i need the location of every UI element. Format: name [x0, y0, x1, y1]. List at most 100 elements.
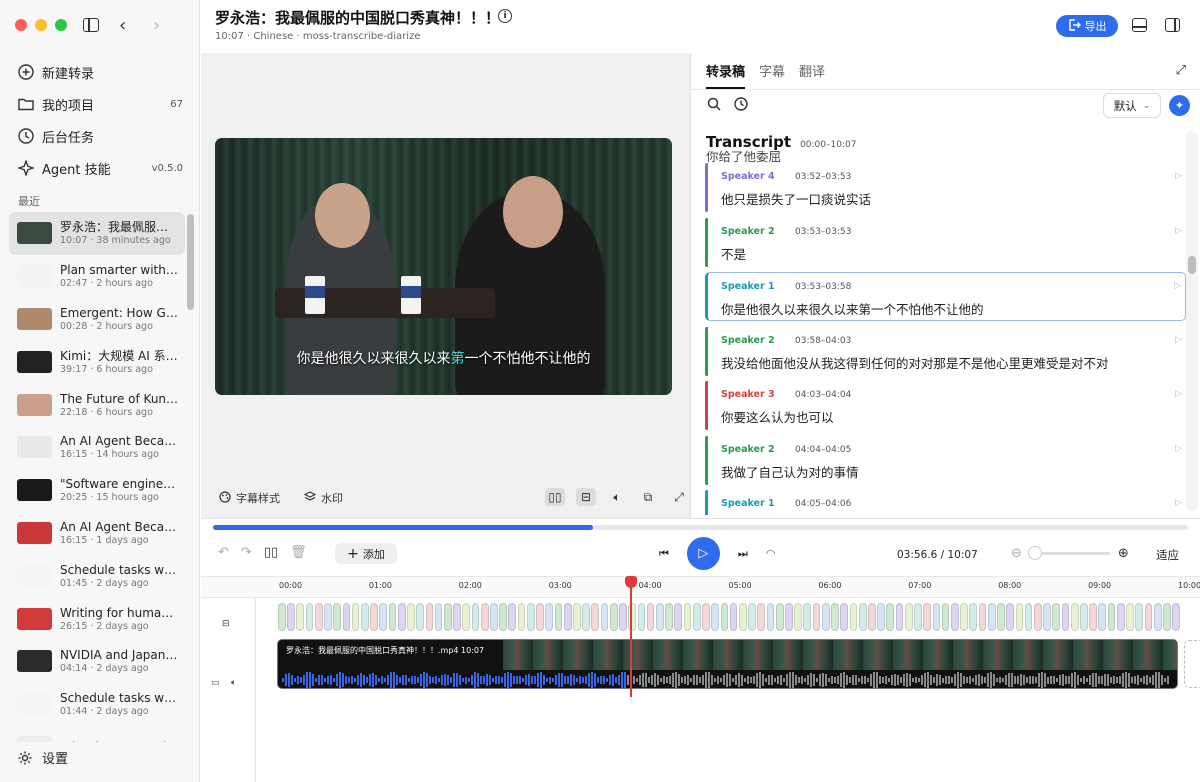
speaker-label[interactable]: Speaker 1 [721, 281, 775, 292]
recent-item[interactable]: Schedule tasks with Claude01:44 · 2 days… [9, 683, 185, 726]
recent-item[interactable]: The Future of Kung Fu AI22:18 · 6 hours … [9, 383, 185, 426]
audio-track-icon[interactable]: 🔈︎ [231, 678, 236, 688]
subtitle-block[interactable] [1144, 603, 1153, 631]
zoom-in-icon[interactable]: ⊕ [1118, 546, 1129, 561]
subtitle-block[interactable] [600, 603, 609, 631]
transcript-segment[interactable]: Speaker 3 04:03–04:04 你要这么认为也可以 ▷ [705, 381, 1186, 430]
speaker-label[interactable]: Speaker 2 [721, 444, 775, 455]
expand-icon[interactable]: ⤢ [1176, 63, 1186, 78]
subtitle-block[interactable] [407, 603, 415, 631]
subtitle-block[interactable] [443, 603, 452, 631]
video-track-icon[interactable]: ▭ [211, 678, 220, 688]
menu-item-my-projects[interactable]: 我的项目 67 [10, 88, 190, 120]
transcript-tab[interactable]: 字幕 [759, 61, 785, 89]
subtitle-block[interactable] [1033, 603, 1042, 631]
split-clip-icon[interactable]: ▯▯ [264, 545, 278, 560]
subtitle-block[interactable] [333, 603, 342, 631]
playback-speed-icon[interactable]: ◠ [766, 547, 776, 560]
subtitle-block[interactable] [545, 603, 554, 631]
video-player[interactable]: 你是他很久以来很久以来第一个不怕他不让他的 [215, 138, 672, 395]
subtitle-block[interactable] [692, 603, 701, 631]
subtitle-block[interactable] [1089, 603, 1097, 631]
subtitle-block[interactable] [1153, 603, 1162, 631]
subtitle-block[interactable] [738, 603, 747, 631]
transcript-segment[interactable]: Speaker 2 04:04–04:05 我做了自己认为对的事情 ▷ [705, 435, 1186, 485]
subtitle-block[interactable] [932, 603, 941, 631]
subtitle-block[interactable] [609, 603, 618, 631]
subtitle-block[interactable] [821, 603, 830, 631]
menu-item-new-transcription[interactable]: 新建转录 [10, 56, 190, 88]
subtitle-block[interactable] [434, 603, 443, 631]
subtitle-block[interactable] [950, 603, 959, 631]
subtitle-block[interactable] [471, 603, 480, 631]
subtitle-block[interactable] [997, 603, 1005, 631]
subtitle-block[interactable] [877, 603, 885, 631]
forward-arrow-icon[interactable]: › [153, 15, 160, 36]
transcript-tab[interactable]: 转录稿 [706, 61, 746, 89]
subtitle-block[interactable] [1172, 603, 1180, 631]
segment-text[interactable]: 你是他很久以来很久以来第一个不怕他不让他的 [721, 299, 984, 318]
subtitle-block[interactable] [886, 603, 895, 631]
subtitle-toggle-icon[interactable]: ⊟ [576, 488, 596, 506]
segment-text[interactable]: 我做了自己认为对的事情 [721, 462, 859, 481]
subtitle-block[interactable] [960, 603, 968, 631]
close-window-button[interactable] [15, 19, 27, 31]
segment-play-icon[interactable]: ▷ [1175, 444, 1182, 454]
subtitle-block[interactable] [490, 603, 498, 631]
play-button[interactable]: ▷ [686, 537, 720, 570]
recent-item[interactable]: "Software engineering is changing"20:25 … [9, 469, 185, 512]
transcript-segment[interactable]: Speaker 2 03:53–03:53 不是 ▷ [705, 217, 1186, 267]
subtitle-block[interactable] [296, 603, 305, 631]
subtitle-block[interactable] [480, 603, 489, 631]
subtitle-block[interactable] [646, 603, 655, 631]
subtitle-block[interactable] [748, 603, 756, 631]
subtitle-block[interactable] [840, 603, 849, 631]
subtitle-block[interactable] [655, 603, 664, 631]
segment-text[interactable]: 不是 [721, 244, 746, 263]
fullscreen-icon[interactable]: ⤢ [669, 488, 689, 506]
subtitle-block[interactable] [342, 603, 351, 631]
subtitle-block[interactable] [1098, 603, 1107, 631]
recent-item[interactable]: An AI Agent Became the CEO16:15 · 1 days… [9, 512, 185, 555]
skip-back-icon[interactable]: ⏮︎ [659, 547, 669, 561]
fit-button[interactable]: 适应 [1156, 547, 1179, 563]
subtitle-block[interactable] [1015, 603, 1024, 631]
subtitle-block[interactable] [1126, 603, 1134, 631]
transcript-segment[interactable]: Speaker 4 03:52–03:53 他只是损失了一口痰说实话 ▷ [705, 163, 1186, 212]
add-track-button[interactable] [1184, 640, 1200, 688]
subtitle-block[interactable] [453, 603, 461, 631]
settings-button[interactable]: 设置 [17, 748, 68, 767]
subtitle-block[interactable] [554, 603, 563, 631]
subtitle-block[interactable] [499, 603, 507, 631]
export-button[interactable]: 导出 [1056, 15, 1118, 37]
segment-play-icon[interactable]: ▷ [1175, 389, 1182, 399]
video-clip[interactable]: 罗永浩：我最佩服的中国脱口秀真神！！！.mp4 10:07 [277, 639, 1178, 689]
recent-item[interactable]: What is an Agentic Harness [9, 726, 185, 742]
subtitle-block[interactable] [720, 603, 729, 631]
segment-play-icon[interactable]: ▷ [1174, 281, 1181, 291]
transcript-segment[interactable]: Speaker 2 03:58–04:03 我没给他面他没从我这得到任何的对对那是不… [705, 326, 1186, 376]
speaker-label[interactable]: Speaker 1 [721, 498, 775, 509]
subtitle-block[interactable] [941, 603, 950, 631]
subtitle-block[interactable] [895, 603, 904, 631]
speaker-label[interactable]: Speaker 3 [721, 389, 775, 400]
zoom-slider[interactable] [1027, 546, 1110, 560]
subtitle-block[interactable] [831, 603, 839, 631]
subtitle-block[interactable] [416, 603, 424, 631]
transcript-segment[interactable]: Speaker 1 04:05–04:06 ▷ [705, 490, 1186, 515]
minimize-window-button[interactable] [35, 19, 47, 31]
back-arrow-icon[interactable]: ‹ [119, 15, 126, 36]
playhead[interactable] [629, 576, 632, 697]
zoom-slider-handle[interactable] [1027, 546, 1042, 560]
subtitle-block[interactable] [803, 603, 812, 631]
transcript-tab[interactable]: 翻译 [799, 61, 825, 89]
subtitle-block[interactable] [360, 603, 369, 631]
subtitle-block[interactable] [370, 603, 378, 631]
history-clock-icon[interactable] [734, 97, 748, 115]
redo-icon[interactable]: ↷ [241, 545, 252, 560]
subtitle-block[interactable] [305, 603, 314, 631]
subtitle-block[interactable] [1080, 603, 1088, 631]
zoom-window-button[interactable] [55, 19, 67, 31]
subtitle-style-button[interactable]: 字幕样式 [219, 490, 280, 506]
subtitle-block[interactable] [978, 603, 987, 631]
